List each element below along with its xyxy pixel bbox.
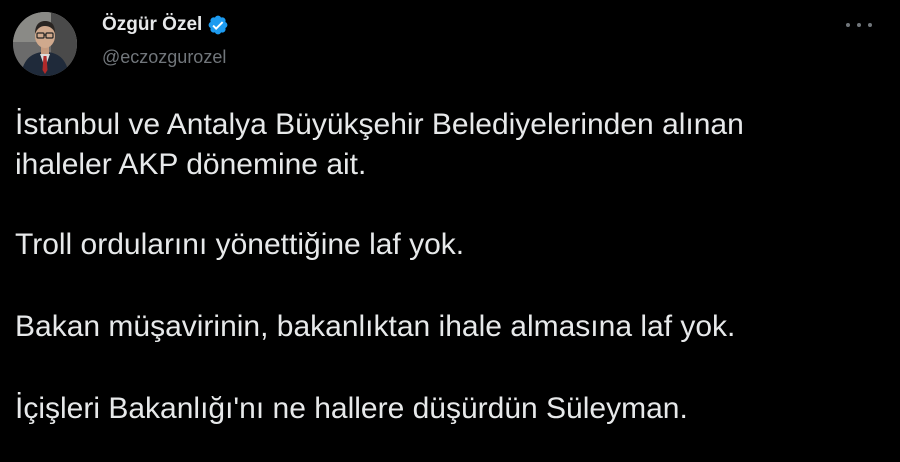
tweet-line: Bakan müşavirinin, bakanlıktan ihale alm…: [15, 310, 736, 343]
name-row: Özgür Özel: [102, 12, 229, 38]
tweet-line: İçişleri Bakanlığı'nı ne hallere düşürdü…: [15, 392, 688, 425]
tweet-paragraph: İstanbul ve Antalya Büyükşehir Belediyel…: [15, 105, 885, 185]
avatar[interactable]: [13, 12, 77, 76]
tweet-paragraph: İçişleri Bakanlığı'nı ne hallere düşürdü…: [15, 389, 885, 429]
tweet-line: ihaleler AKP dönemine ait.: [15, 148, 367, 181]
tweet-paragraph: Troll ordularını yönettiğine laf yok.: [15, 225, 885, 265]
verified-badge-icon: [207, 14, 229, 36]
tweet-paragraph: Bakan müşavirinin, bakanlıktan ihale alm…: [15, 307, 885, 347]
tweet-header: Özgür Özel @eczozgurozel: [102, 12, 229, 70]
display-name[interactable]: Özgür Özel: [102, 12, 202, 38]
user-handle[interactable]: @eczozgurozel: [102, 44, 229, 70]
more-options-icon[interactable]: [846, 16, 872, 34]
tweet-text: İstanbul ve Antalya Büyükşehir Belediyel…: [15, 105, 885, 462]
profile-photo: [13, 12, 77, 76]
tweet-card: Özgür Özel @eczozgurozel İstanbul ve Ant…: [0, 0, 900, 462]
tweet-line: İstanbul ve Antalya Büyükşehir Belediyel…: [15, 108, 744, 141]
tweet-line: Troll ordularını yönettiğine laf yok.: [15, 228, 465, 261]
